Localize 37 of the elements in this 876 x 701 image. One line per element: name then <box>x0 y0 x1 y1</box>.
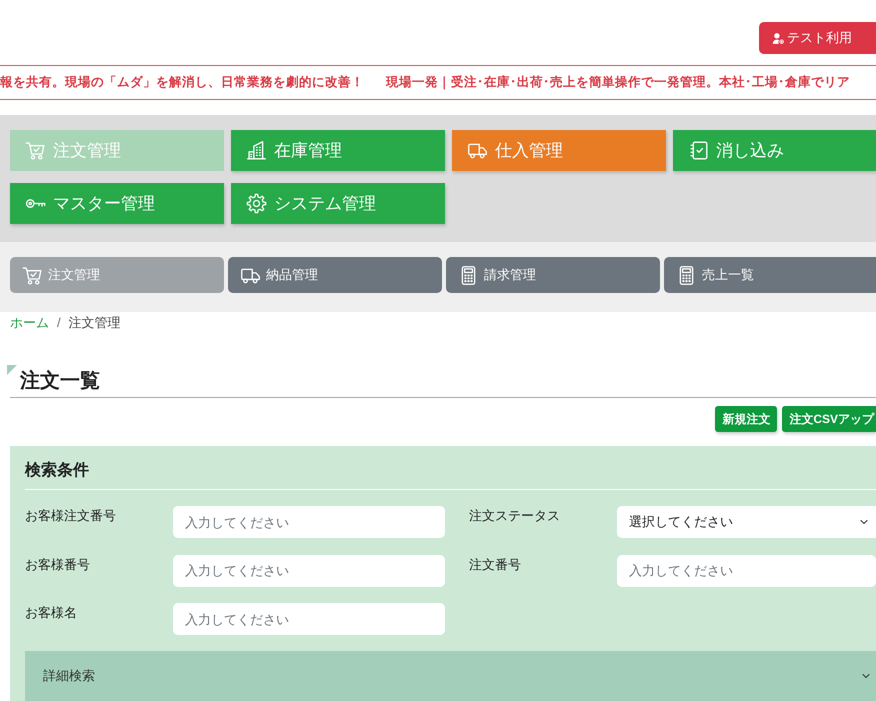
nav-button[interactable]: 仕入管理 <box>452 130 666 171</box>
text-input[interactable]: 入力してください <box>173 506 445 538</box>
field-label: お客様注文番号 <box>25 507 117 525</box>
field-label: お客様番号 <box>25 556 91 574</box>
user-gear-icon <box>772 32 785 44</box>
subnav-tab[interactable]: 請求管理 <box>446 257 660 293</box>
text-input[interactable]: 入力してください <box>173 554 445 586</box>
ticker-message: 報を共有。現場の「ムダ」を解消し、日常業務を劇的に改善！ <box>0 74 364 91</box>
subnav-tab[interactable]: 納品管理 <box>228 257 442 293</box>
cart-icon <box>22 264 43 286</box>
nav-button[interactable]: マスター管理 <box>10 183 224 224</box>
nav-button[interactable]: 在庫管理 <box>231 130 445 171</box>
trial-button[interactable]: テスト利用 <box>759 22 876 54</box>
nav-button[interactable]: 消し込み <box>673 130 876 171</box>
subnav-tab[interactable]: 注文管理 <box>10 257 224 293</box>
text-input[interactable]: 入力してください <box>173 603 445 635</box>
page-title: 注文一覧 <box>20 368 100 394</box>
field-label: お客様名 <box>25 604 78 622</box>
action-button[interactable]: 注文CSVアップ <box>782 406 876 432</box>
gear-icon <box>246 193 267 214</box>
breadcrumb-current: 注文管理 <box>68 314 121 332</box>
triangle-icon <box>7 365 17 375</box>
breadcrumb-separator: / <box>57 314 61 332</box>
text-input[interactable]: 入力してください <box>617 554 876 586</box>
select-field[interactable]: 選択してください <box>617 506 876 538</box>
ticker-message: 現場一発｜受注･在庫･出荷･売上を簡単操作で一発管理。本社･工場･倉庫でリア <box>386 74 850 91</box>
subnav-tab[interactable]: 売上一覧 <box>664 257 876 293</box>
action-button[interactable]: 新規注文 <box>715 406 778 432</box>
field-label: 注文ステータス <box>469 507 561 525</box>
field-label: 注文番号 <box>469 556 522 574</box>
breadcrumb-link[interactable]: ホーム <box>10 313 49 333</box>
building-icon <box>246 140 267 161</box>
panel-title: 検索条件 <box>25 460 90 481</box>
cart-icon <box>25 140 46 161</box>
accordion-header[interactable]: 詳細検索 <box>25 651 876 701</box>
notebook-check-icon <box>688 140 709 161</box>
nav-button[interactable]: システム管理 <box>231 183 445 224</box>
